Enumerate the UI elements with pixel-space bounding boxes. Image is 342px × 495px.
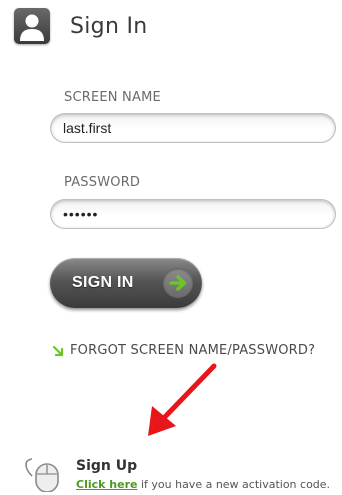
mouse-icon [25,458,59,492]
forgot-credentials-link[interactable]: FORGOT SCREEN NAME/PASSWORD? [52,343,315,358]
sign-in-button-label: SIGN IN [72,274,134,291]
activation-code-link[interactable]: Click here [76,478,137,491]
red-annotation-arrow-icon [148,363,217,436]
password-value: •••••• [63,206,99,222]
page-title: Sign In [70,13,148,39]
password-label: PASSWORD [64,175,141,190]
forgot-credentials-label: FORGOT SCREEN NAME/PASSWORD? [70,343,316,358]
sign-up-heading: Sign Up [76,458,138,474]
arrow-right-icon [163,268,193,298]
user-silhouette-icon [14,8,50,44]
screen-name-input[interactable]: last.first [50,113,336,143]
screen-name-value: last.first [63,120,112,136]
password-input[interactable]: •••••• [50,199,336,229]
green-bullet-icon [52,345,64,356]
screen-name-label: SCREEN NAME [64,90,161,105]
page-header: Sign In [14,8,148,44]
sign-up-description: Click here if you have a new activation … [76,478,330,491]
sign-in-button[interactable]: SIGN IN [50,258,202,308]
sign-up-description-text: if you have a new activation code. [137,478,331,491]
